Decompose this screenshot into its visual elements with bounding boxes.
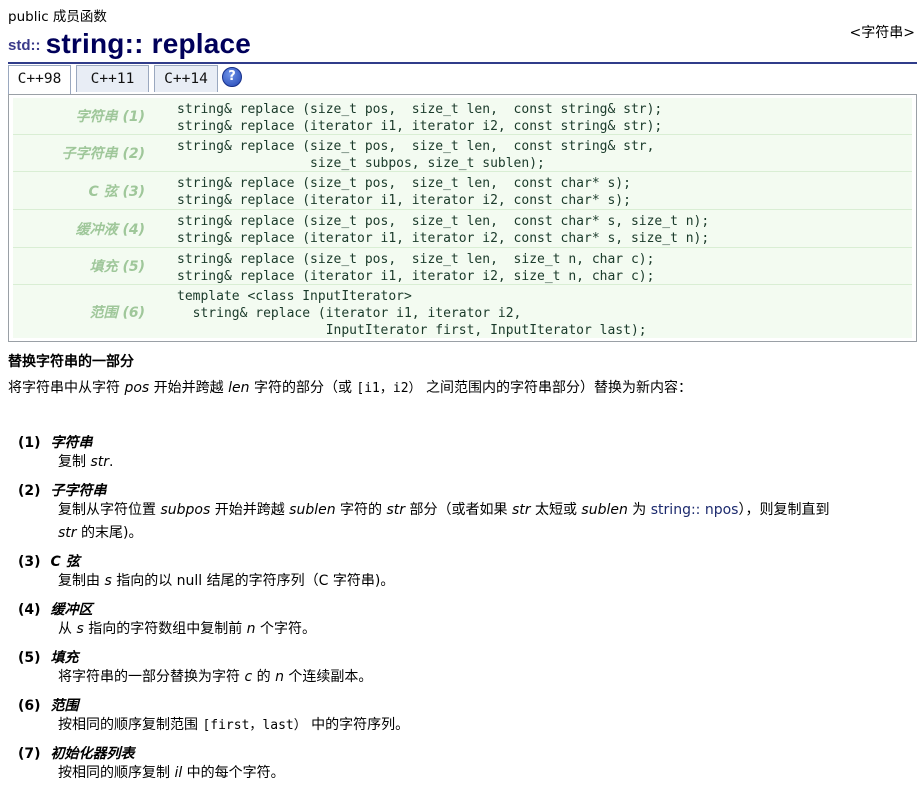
item-heading: (1) 字符串 xyxy=(18,435,93,451)
npos-link[interactable]: string:: npos xyxy=(651,502,739,518)
namespace-prefix: std:: xyxy=(8,37,41,54)
declaration-row: C 弦 (3) string& replace (size_t pos, siz… xyxy=(13,172,912,210)
declaration-label: 子字符串 (2) xyxy=(61,146,145,162)
declaration-label: 缓冲液 (4) xyxy=(75,221,145,238)
item-description: 复制从字符位置 subpos 开始并跨越 sublen 字符的 str 部分（或… xyxy=(58,502,830,541)
item-heading: (4) 缓冲区 xyxy=(18,602,93,618)
declaration-label: 填充 (5) xyxy=(89,259,145,275)
item-heading: (6) 范围 xyxy=(18,698,79,714)
declaration-row: 字符串 (1) string& replace (size_t pos, siz… xyxy=(13,98,912,135)
item-description: 按相同的顺序复制 il 中的每个字符。 xyxy=(58,765,285,781)
iterator-range: [i1，i2） xyxy=(356,381,422,396)
declaration-code: template <class InputIterator> string& r… xyxy=(177,289,647,338)
member-name: replace xyxy=(151,28,252,59)
declaration-code: string& replace (size_t pos, size_t len,… xyxy=(177,139,655,171)
declaration-code: string& replace (size_t pos, size_t len,… xyxy=(177,214,710,246)
help-icon[interactable]: ? xyxy=(222,67,242,87)
tab-cpp98[interactable]: C++98 xyxy=(8,65,71,95)
item-heading: (2) 子字符串 xyxy=(18,483,107,499)
declaration-row: 缓冲液 (4) string& replace (size_t pos, siz… xyxy=(13,210,912,248)
item-heading: (3) C 弦 xyxy=(18,554,80,570)
declaration-code: string& replace (size_t pos, size_t len,… xyxy=(177,102,663,134)
declaration-code: string& replace (size_t pos, size_t len,… xyxy=(177,252,655,284)
item-heading: (7) 初始化器列表 xyxy=(18,746,135,762)
item-heading: (5) 填充 xyxy=(18,650,79,666)
declaration-label: C 弦 (3) xyxy=(88,183,145,200)
declaration-label: 字符串 (1) xyxy=(75,109,145,125)
page-title: std:: string:: replace xyxy=(8,28,917,64)
item-description: 复制由 s 指向的以 null 结尾的字符序列（C 字符串)。 xyxy=(58,573,395,589)
declaration-code: string& replace (size_t pos, size_t len,… xyxy=(177,176,631,208)
class-name[interactable]: string xyxy=(46,28,125,59)
scope-separator: :: xyxy=(124,28,152,59)
param-len: len xyxy=(228,380,250,396)
tab-cpp11[interactable]: C++11 xyxy=(76,65,149,92)
member-type-label: public 成员函数 xyxy=(8,9,107,25)
item-description: 按相同的顺序复制范围 [first，last） 中的字符序列。 xyxy=(58,717,410,733)
declaration-row: 子字符串 (2) string& replace (size_t pos, si… xyxy=(13,135,912,172)
declaration-table: 字符串 (1) string& replace (size_t pos, siz… xyxy=(8,94,917,342)
tab-cpp14[interactable]: C++14 xyxy=(154,65,218,92)
param-pos: pos xyxy=(124,380,150,396)
intro-paragraph: 将字符串中从字符 pos 开始并跨越 len 字符的部分（或 [i1，i2） 之… xyxy=(8,380,692,396)
declaration-label: 范围 (6) xyxy=(89,304,145,321)
item-description: 从 s 指向的字符数组中复制前 n 个字符。 xyxy=(58,621,316,637)
section-title: 替换字符串的一部分 xyxy=(8,354,134,370)
declaration-row: 填充 (5) string& replace (size_t pos, size… xyxy=(13,248,912,285)
declaration-row: 范围 (6) template <class InputIterator> st… xyxy=(13,285,912,338)
item-description: 将字符串的一部分替换为字符 c 的 n 个连续副本。 xyxy=(58,669,373,685)
item-description: 复制 str. xyxy=(58,454,114,470)
